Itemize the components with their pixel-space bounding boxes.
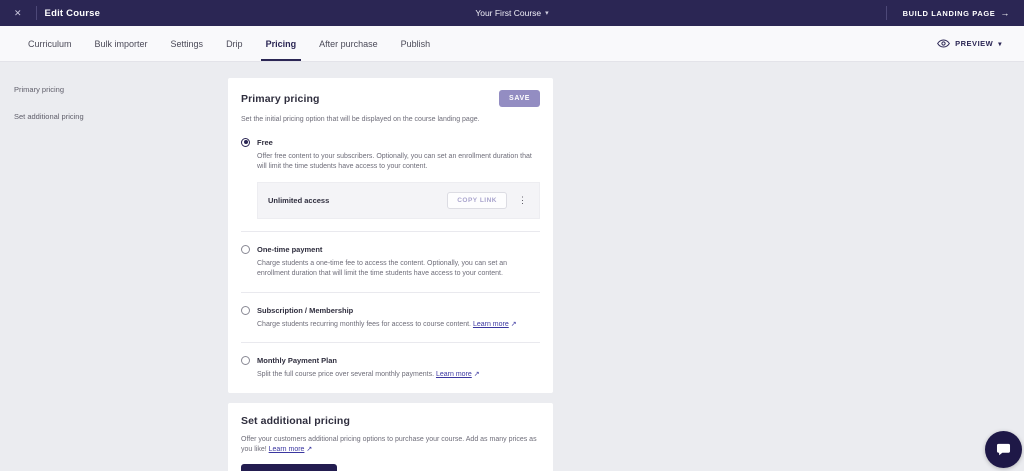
plan-name: Unlimited access (268, 195, 330, 205)
tab-bulk-importer[interactable]: Bulk importer (90, 26, 153, 61)
primary-pricing-header: Primary pricing SAVE (241, 90, 540, 107)
chat-widget-button[interactable] (985, 431, 1022, 468)
build-landing-page-label: BUILD LANDING PAGE (902, 8, 996, 18)
header-left: ✕ Edit Course (8, 5, 100, 22)
option-divider (241, 291, 540, 293)
option-divider (241, 230, 540, 232)
course-selector-label: Your First Course (475, 8, 542, 18)
tab-publish[interactable]: Publish (396, 26, 436, 61)
external-link-icon: ↗ (473, 371, 480, 379)
option-label-free[interactable]: Free (257, 138, 540, 147)
tab-pricing[interactable]: Pricing (260, 26, 302, 61)
option-label-monthly-plan[interactable]: Monthly Payment Plan (257, 356, 540, 365)
option-divider (241, 342, 540, 344)
arrow-right-icon: → (1000, 8, 1010, 18)
copy-link-button[interactable]: COPY LINK (447, 191, 507, 209)
save-button[interactable]: SAVE (499, 90, 540, 107)
header-divider (35, 6, 37, 20)
radio-subscription[interactable] (241, 305, 250, 315)
option-label-subscription[interactable]: Subscription / Membership (257, 306, 540, 315)
option-description-subscription: Charge students recurring monthly fees f… (257, 320, 517, 328)
option-description-one-time: Charge students a one-time fee to access… (257, 259, 508, 278)
kebab-menu-icon[interactable]: ⋮ (516, 195, 529, 205)
pricing-option-one-time: One-time payment Charge students a one-t… (241, 244, 540, 280)
preview-label: PREVIEW (955, 39, 994, 48)
chevron-down-icon: ▾ (545, 10, 549, 17)
primary-pricing-title: Primary pricing (241, 92, 320, 105)
option-description-free: Offer free content to your subscribers. … (257, 152, 532, 171)
chat-bubble-icon (995, 441, 1012, 458)
radio-one-time-payment[interactable] (241, 244, 250, 254)
preview-button[interactable]: PREVIEW ▾ (931, 26, 1008, 61)
pricing-option-free: Free Offer free content to your subscrib… (241, 137, 540, 219)
create-price-button[interactable]: + CREATE PRICE (241, 464, 337, 471)
additional-pricing-description: Offer your customers additional pricing … (241, 435, 537, 453)
close-icon[interactable]: ✕ (8, 5, 28, 22)
free-plan-row: Unlimited access COPY LINK ⋮ (257, 181, 540, 219)
tab-bar: Curriculum Bulk importer Settings Drip P… (0, 26, 1024, 62)
primary-pricing-card: Primary pricing SAVE Set the initial pri… (228, 78, 553, 393)
tab-curriculum[interactable]: Curriculum (23, 26, 77, 61)
course-selector[interactable]: Your First Course ▾ (475, 0, 548, 26)
tab-settings[interactable]: Settings (166, 26, 209, 61)
pricing-option-monthly-plan: Monthly Payment Plan Split the full cour… (241, 356, 540, 381)
page-body: Primary pricing Set additional pricing P… (0, 62, 1024, 471)
eye-icon (937, 39, 951, 48)
external-link-icon: ↗ (306, 445, 313, 453)
additional-pricing-card: Set additional pricing Offer your custom… (228, 402, 553, 471)
sidebar-item-set-additional-pricing[interactable]: Set additional pricing (14, 112, 228, 121)
sidebar-item-primary-pricing[interactable]: Primary pricing (14, 85, 228, 94)
additional-pricing-title: Set additional pricing (241, 414, 350, 427)
page-title: Edit Course (44, 7, 101, 19)
edit-course-screen: ✕ Edit Course Your First Course ▾ BUILD … (0, 0, 1024, 471)
learn-more-link[interactable]: Learn more (269, 446, 305, 453)
radio-monthly-payment-plan[interactable] (241, 356, 250, 366)
external-link-icon: ↗ (510, 320, 517, 328)
pricing-option-subscription: Subscription / Membership Charge student… (241, 305, 540, 331)
build-landing-page-button[interactable]: BUILD LANDING PAGE → (897, 7, 1016, 19)
learn-more-link[interactable]: Learn more (473, 321, 509, 328)
tab-after-purchase[interactable]: After purchase (314, 26, 383, 61)
option-description-monthly-plan: Split the full course price over several… (257, 371, 480, 379)
learn-more-link[interactable]: Learn more (436, 371, 472, 378)
top-header: ✕ Edit Course Your First Course ▾ BUILD … (0, 0, 1024, 26)
primary-pricing-description: Set the initial pricing option that will… (241, 116, 480, 123)
pricing-sidebar: Primary pricing Set additional pricing (0, 62, 228, 139)
radio-free[interactable] (241, 137, 250, 147)
header-right: BUILD LANDING PAGE → (885, 0, 1016, 26)
tabs: Curriculum Bulk importer Settings Drip P… (28, 26, 430, 61)
header-divider (885, 6, 887, 20)
chevron-down-icon: ▾ (998, 40, 1002, 48)
main-content: Primary pricing SAVE Set the initial pri… (228, 62, 553, 471)
option-label-one-time[interactable]: One-time payment (257, 245, 540, 254)
tab-drip[interactable]: Drip (221, 26, 248, 61)
